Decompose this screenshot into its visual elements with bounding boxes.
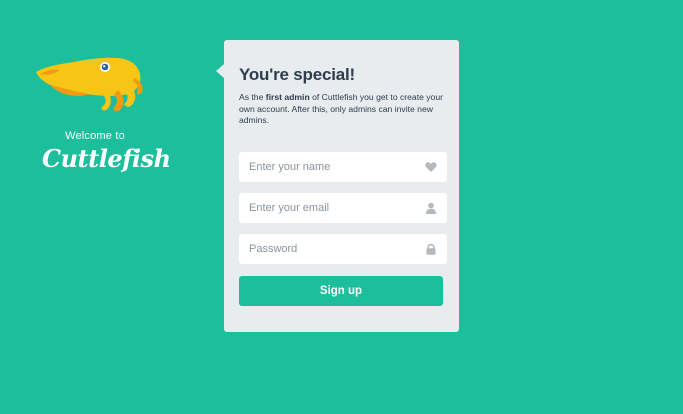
- cuttlefish-logo-icon: [36, 57, 143, 112]
- card-title: You're special!: [239, 65, 355, 84]
- password-input[interactable]: [239, 234, 419, 264]
- description-prefix: As the: [239, 92, 266, 102]
- name-input[interactable]: [239, 152, 419, 182]
- signup-button[interactable]: Sign up: [239, 276, 443, 306]
- lock-icon: [426, 243, 436, 255]
- user-icon: [426, 202, 436, 214]
- card-description: As the first admin of Cuttlefish you get…: [239, 92, 444, 127]
- email-field[interactable]: [239, 193, 447, 223]
- description-bold: first admin: [265, 92, 310, 102]
- heart-icon: [425, 162, 437, 172]
- email-input[interactable]: [239, 193, 419, 223]
- welcome-text: Welcome to: [65, 130, 125, 142]
- cuttlefish-wordmark: Cuttlefish: [42, 144, 171, 173]
- signup-card: You're special! As the first admin of Cu…: [216, 40, 459, 332]
- password-field[interactable]: [239, 234, 447, 264]
- card-pointer: [216, 64, 224, 78]
- name-field[interactable]: [239, 152, 447, 182]
